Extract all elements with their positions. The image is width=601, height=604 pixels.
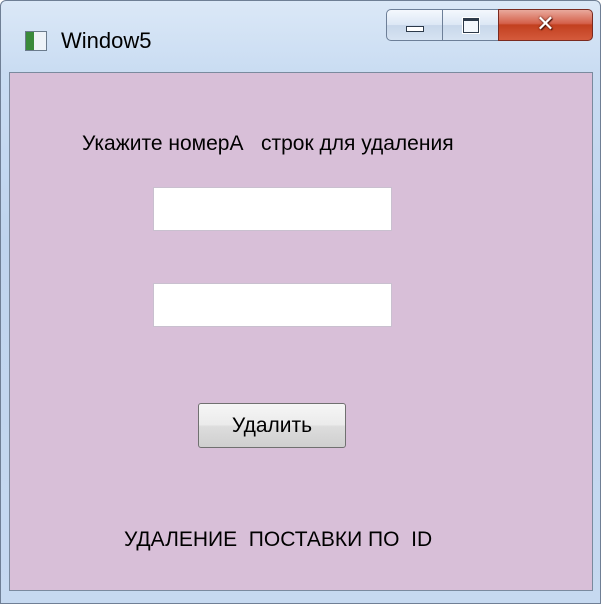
delete-button[interactable]: Удалить	[198, 403, 346, 448]
minimize-button[interactable]	[386, 9, 443, 41]
instruction-label: Укажите номерА строк для удаления	[82, 132, 454, 155]
close-icon: ✕	[536, 12, 555, 37]
maximize-icon	[462, 17, 479, 33]
window-content: Укажите номерА строк для удаления Удалит…	[9, 72, 593, 591]
row-number-input-2[interactable]	[153, 283, 392, 327]
close-button[interactable]: ✕	[498, 9, 593, 41]
window-title: Window5	[61, 28, 152, 53]
title-bar[interactable]: Window5 ✕	[1, 1, 600, 71]
row-number-input-1[interactable]	[153, 187, 392, 231]
window-app-icon	[25, 31, 47, 51]
maximize-button[interactable]	[442, 9, 499, 41]
window: Window5 ✕ Укажите номерА строк для удале…	[0, 0, 601, 604]
section-caption: УДАЛЕНИЕ ПОСТАВКИ ПО ID	[124, 528, 433, 551]
minimize-icon	[405, 26, 424, 32]
